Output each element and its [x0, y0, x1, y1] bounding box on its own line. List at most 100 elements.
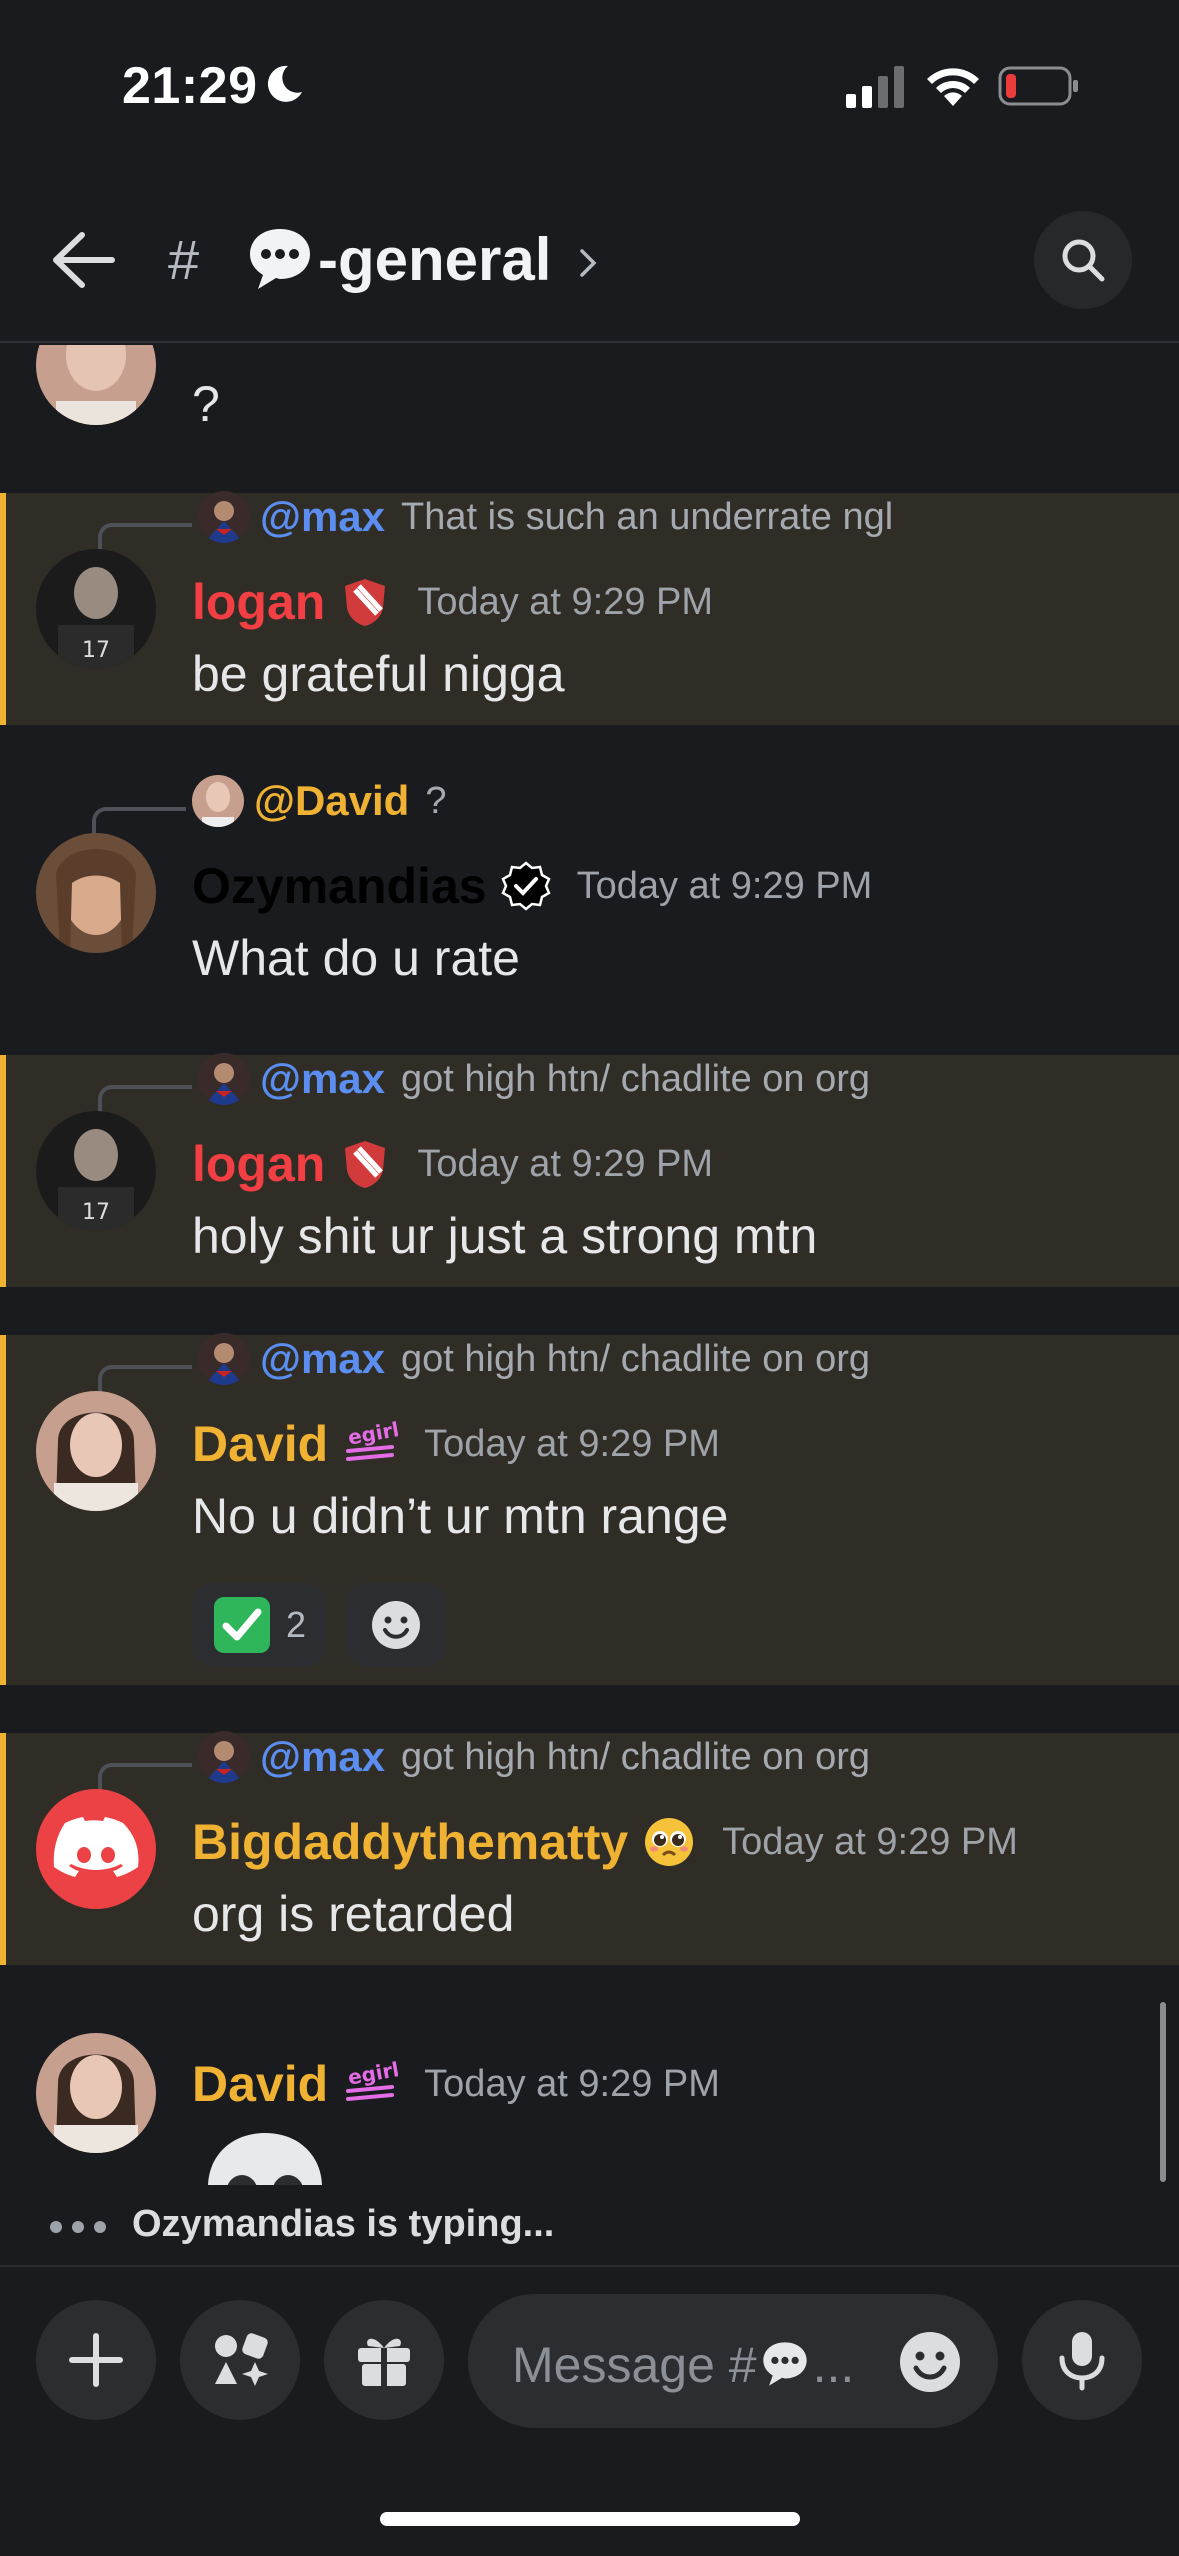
reply-preview[interactable]: @max That is such an underrate ngl — [198, 489, 893, 545]
timestamp: Today at 9:29 PM — [417, 580, 714, 623]
apps-button[interactable] — [180, 2300, 300, 2420]
add-attachment-button[interactable] — [36, 2300, 156, 2420]
add-reaction-button[interactable] — [346, 1583, 446, 1667]
user-avatar[interactable] — [36, 833, 156, 953]
user-avatar[interactable] — [36, 1391, 156, 1511]
reply-preview[interactable]: @max got high htn/ chadlite on org — [198, 1331, 870, 1387]
shield-badge-icon — [339, 1138, 391, 1190]
reaction-check[interactable]: 2 — [192, 1583, 326, 1667]
typing-dots-icon — [50, 2221, 106, 2233]
typing-text: Ozymandias is typing... — [132, 2203, 555, 2245]
message-text: be grateful nigga — [192, 646, 565, 702]
reply-preview[interactable]: @David ? — [192, 773, 446, 829]
svg-text:17: 17 — [82, 638, 110, 663]
reply-mention[interactable]: @max — [260, 1055, 385, 1103]
search-button[interactable] — [1034, 211, 1132, 309]
author-line: logan Today at 9:29 PM — [192, 573, 713, 631]
svg-text:17: 17 — [82, 1200, 110, 1225]
reply-mention[interactable]: @max — [260, 1335, 385, 1383]
author-line: logan Today at 9:29 PM — [192, 1135, 713, 1193]
message-item[interactable]: David egirl Today at 9:29 PM — [0, 2033, 1179, 2185]
reply-avatar — [198, 1053, 250, 1105]
reply-connector — [98, 1763, 192, 1793]
reply-preview[interactable]: @max got high htn/ chadlite on org — [198, 1729, 870, 1785]
reply-connector — [92, 807, 186, 837]
check-mark-button-icon — [213, 1597, 270, 1653]
message-placeholder: Message #... — [512, 2337, 855, 2393]
message-text: ? — [192, 376, 220, 432]
discord-logo-icon — [53, 1817, 139, 1877]
skull-emoji-icon — [208, 2133, 322, 2185]
pleading-face-icon — [642, 1815, 696, 1869]
status-time: 21:29 — [122, 57, 258, 115]
reply-mention[interactable]: @max — [260, 493, 385, 541]
author-line: Ozymandias Today at 9:29 PM — [192, 857, 872, 915]
timestamp: Today at 9:29 PM — [424, 1422, 720, 1465]
search-icon — [1062, 239, 1105, 282]
reply-text: got high htn/ chadlite on org — [401, 1337, 871, 1380]
reply-text: got high htn/ chadlite on org — [401, 1057, 871, 1100]
speech-bubble-icon — [762, 2342, 807, 2386]
message-item-mention[interactable]: @max got high htn/ chadlite on org David… — [0, 1333, 1179, 1685]
user-avatar[interactable]: 17 — [36, 1111, 156, 1231]
reply-mention[interactable]: @David — [254, 777, 409, 825]
gift-icon — [358, 2338, 410, 2386]
message-list[interactable]: ? @max That is such an underrate ngl 17 … — [0, 345, 1179, 2185]
reply-text: That is such an underrate ngl — [401, 495, 894, 538]
user-avatar[interactable] — [36, 345, 156, 425]
author-line: David egirl Today at 9:29 PM — [192, 1415, 720, 1473]
microphone-icon — [1059, 2332, 1105, 2391]
scrollbar-thumb[interactable] — [1160, 2002, 1166, 2182]
battery-low-icon — [998, 66, 1078, 106]
reply-text: ? — [425, 779, 447, 822]
verified-badge-icon — [500, 861, 551, 911]
reply-preview[interactable]: @max got high htn/ chadlite on org — [198, 1051, 870, 1107]
back-arrow-icon[interactable] — [48, 227, 118, 293]
reply-text: got high htn/ chadlite on org — [401, 1735, 871, 1778]
plus-icon — [69, 2333, 123, 2387]
wifi-icon — [927, 68, 979, 106]
user-avatar[interactable] — [36, 2033, 156, 2153]
home-indicator[interactable] — [380, 2512, 800, 2526]
message-text: org is retarded — [192, 1886, 515, 1942]
shield-badge-icon — [339, 576, 391, 628]
reply-avatar — [198, 1731, 250, 1783]
moon-icon — [267, 65, 302, 102]
gift-button[interactable] — [324, 2300, 444, 2420]
timestamp: Today at 9:29 PM — [417, 1142, 714, 1185]
message-item[interactable]: @David ? Ozymandias Today at 9:29 PM Wha… — [0, 775, 1179, 997]
author-name[interactable]: Bigdaddythematty — [192, 1813, 628, 1871]
channel-hash-symbol: # — [168, 228, 200, 291]
author-name[interactable]: logan — [192, 573, 325, 631]
author-name[interactable]: David — [192, 2055, 328, 2113]
speech-bubble-icon — [250, 229, 310, 289]
message-item-mention[interactable]: @max That is such an underrate ngl 17 lo… — [0, 491, 1179, 725]
message-text: What do u rate — [192, 930, 520, 986]
egirl-badge-label: egirl — [346, 1419, 398, 1450]
channel-header: # -general — [0, 175, 1179, 343]
reply-connector — [98, 523, 192, 553]
reaction-count: 2 — [285, 1604, 307, 1645]
author-line: David egirl Today at 9:29 PM — [192, 2055, 720, 2113]
message-text: holy shit ur just a strong mtn — [192, 1208, 818, 1264]
message-text: No u didn’t ur mtn range — [192, 1488, 729, 1544]
author-name[interactable]: David — [192, 1415, 328, 1473]
message-item-mention[interactable]: @max got high htn/ chadlite on org 17 lo… — [0, 1053, 1179, 1287]
user-avatar[interactable]: 17 — [36, 549, 156, 669]
cellular-signal-icon — [846, 66, 904, 108]
apps-icon — [215, 2333, 268, 2386]
discord-default-avatar[interactable] — [36, 1789, 156, 1909]
message-item-mention[interactable]: @max got high htn/ chadlite on org Bigda… — [0, 1731, 1179, 1965]
author-name[interactable]: Ozymandias — [192, 857, 487, 915]
voice-message-button[interactable] — [1022, 2300, 1142, 2420]
reply-avatar — [198, 491, 250, 543]
author-name[interactable]: logan — [192, 1135, 325, 1193]
message-item[interactable]: ? — [0, 345, 1179, 485]
channel-name[interactable]: -general — [318, 225, 551, 294]
timestamp: Today at 9:29 PM — [722, 1820, 1018, 1863]
message-input[interactable]: Message #... — [468, 2294, 998, 2428]
chevron-right-icon[interactable] — [578, 247, 598, 279]
reply-mention[interactable]: @max — [260, 1733, 385, 1781]
emoji-picker-icon[interactable] — [896, 2328, 964, 2396]
egirl-badge-icon: egirl — [342, 1419, 398, 1469]
